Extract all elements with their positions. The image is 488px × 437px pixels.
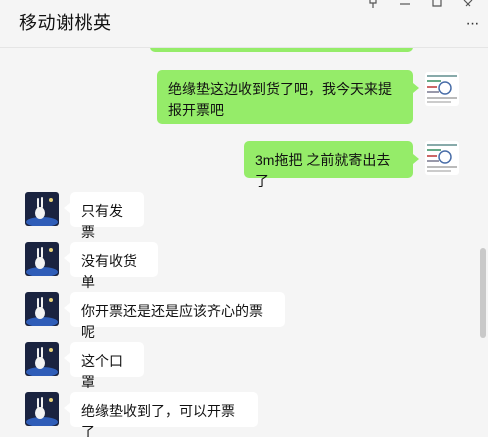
message-bubble-other[interactable]: 绝缘垫收到了，可以开票了 (64, 392, 258, 437)
message-bubble-other[interactable]: 这个口罩 (64, 342, 144, 390)
message-bubble-self[interactable]: 3m拖把 之前就寄出去了 (244, 141, 419, 189)
rabbit-avatar[interactable] (25, 292, 59, 326)
more-icon[interactable]: ··· (464, 14, 480, 34)
rabbit-avatar[interactable] (25, 392, 59, 426)
pin-icon[interactable] (367, 0, 379, 8)
message-bubble-partial (150, 48, 413, 52)
message-text: 绝缘垫这边收到货了吧，我今天来提报开票吧 (168, 81, 392, 118)
message-bubble-other[interactable]: 没有收货单 (64, 242, 158, 290)
message-list[interactable]: 绝缘垫这边收到货了吧，我今天来提报开票吧 3m拖把 之前就寄出去了 只有发票 没… (0, 48, 488, 437)
maximize-icon[interactable] (431, 0, 443, 8)
message-bubble-other[interactable]: 只有发票 (64, 192, 144, 240)
rabbit-avatar[interactable] (25, 342, 59, 376)
chat-header: 移动谢桃英 ··· (0, 0, 488, 48)
message-text: 没有收货单 (81, 253, 137, 290)
chat-title: 移动谢桃英 (19, 13, 112, 33)
message-text: 3m拖把 之前就寄出去了 (255, 152, 391, 189)
close-icon[interactable] (462, 0, 474, 8)
document-thumbnail-avatar[interactable] (425, 72, 459, 106)
message-text: 你开票还是还是应该齐心的票呢 (81, 303, 263, 340)
message-bubble-other[interactable]: 你开票还是还是应该齐心的票呢 (64, 292, 285, 340)
rabbit-avatar[interactable] (25, 192, 59, 226)
rabbit-avatar[interactable] (25, 242, 59, 276)
message-text: 绝缘垫收到了，可以开票了 (81, 403, 235, 437)
minimize-icon[interactable] (399, 0, 411, 8)
message-bubble-self[interactable]: 绝缘垫这边收到货了吧，我今天来提报开票吧 (157, 70, 419, 124)
scrollbar-thumb[interactable] (480, 248, 486, 338)
message-text: 只有发票 (81, 203, 123, 240)
document-thumbnail-avatar[interactable] (425, 141, 459, 175)
message-text: 这个口罩 (81, 353, 123, 390)
